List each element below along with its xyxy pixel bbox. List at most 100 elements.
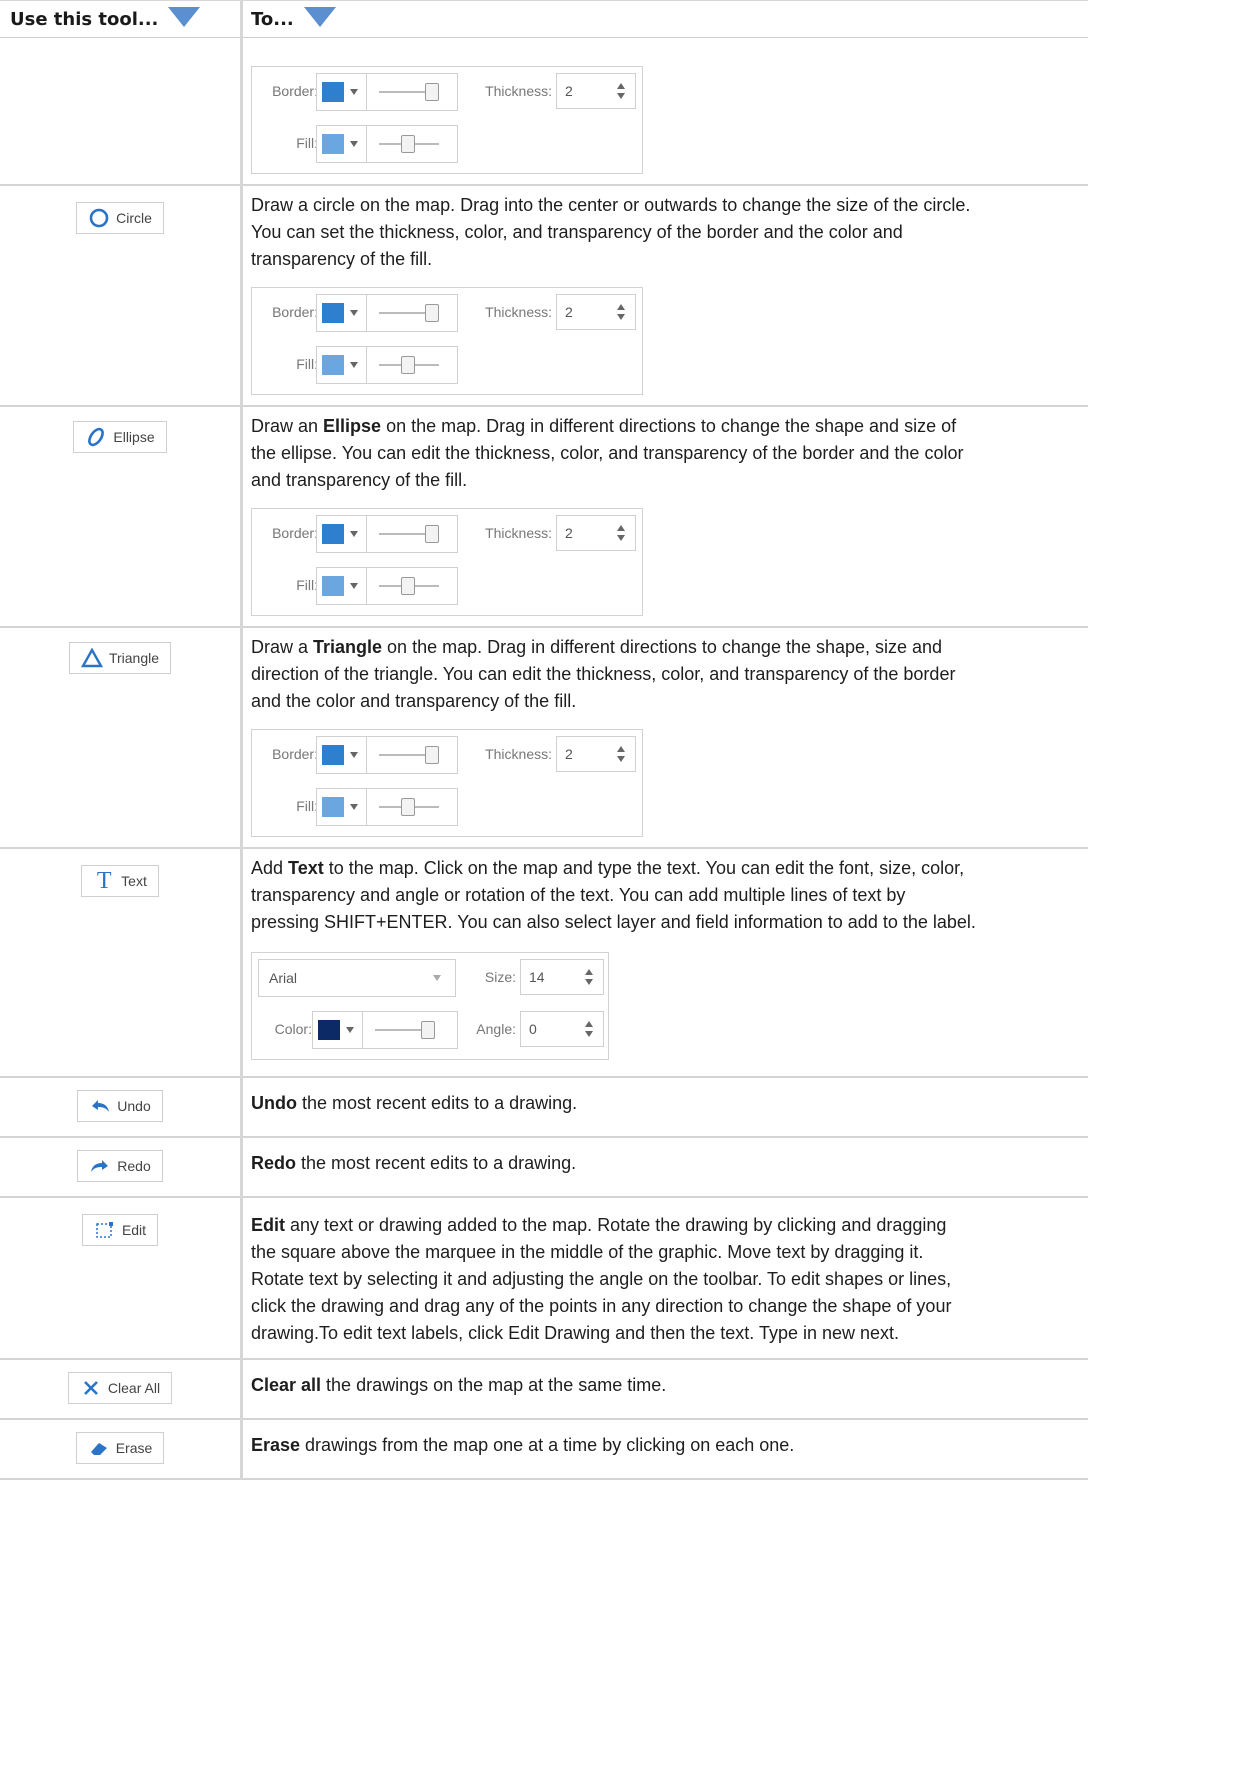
chevron-down-icon[interactable] bbox=[350, 310, 358, 316]
undo-button[interactable]: Undo bbox=[77, 1090, 163, 1122]
thickness-label: Thickness: bbox=[485, 304, 552, 320]
table-row-text: T Text Add Text to the map. Click on the… bbox=[0, 848, 1088, 1078]
undo-icon bbox=[89, 1095, 111, 1117]
chevron-down-icon[interactable] bbox=[350, 89, 358, 95]
edit-button[interactable]: Edit bbox=[81, 1214, 159, 1246]
circle-icon bbox=[88, 207, 110, 229]
chevron-down-icon[interactable] bbox=[346, 1027, 354, 1033]
table-row-erase: Erase Erase drawings from the map one at… bbox=[0, 1419, 1088, 1480]
border-color-swatch[interactable] bbox=[322, 82, 344, 102]
border-color-control bbox=[316, 294, 458, 332]
redo-button[interactable]: Redo bbox=[77, 1150, 163, 1182]
chevron-down-icon[interactable] bbox=[350, 531, 358, 537]
edit-description: Edit any text or drawing added to the ma… bbox=[251, 1215, 952, 1343]
text-button[interactable]: T Text bbox=[81, 865, 159, 897]
thickness-stepper[interactable]: 2 bbox=[556, 515, 636, 551]
fill-label: Fill: bbox=[296, 135, 318, 151]
drawing-tools-table: Use this tool... To... Border: Thickness… bbox=[0, 0, 1088, 1480]
table-row-triangle: Triangle Draw a Triangle on the map. Dra… bbox=[0, 627, 1088, 849]
table-row-ellipse: Ellipse Draw an Ellipse on the map. Drag… bbox=[0, 406, 1088, 628]
table-row-clear-all: Clear All Clear all the drawings on the … bbox=[0, 1359, 1088, 1420]
thickness-stepper[interactable]: 2 bbox=[556, 294, 636, 330]
header-col2-label: To... bbox=[251, 8, 294, 30]
clear-all-description: Clear all the drawings on the map at the… bbox=[251, 1375, 667, 1395]
style-panel: Border: Thickness: 2 Fill: bbox=[251, 66, 643, 174]
table-row-undo: Undo Undo the most recent edits to a dra… bbox=[0, 1077, 1088, 1138]
size-stepper[interactable]: 14 bbox=[520, 959, 604, 995]
border-opacity-slider[interactable] bbox=[366, 74, 451, 110]
ellipse-icon bbox=[85, 426, 107, 448]
border-label: Border: bbox=[272, 525, 318, 541]
ellipse-description: Draw an Ellipse on the map. Drag in diff… bbox=[251, 416, 964, 490]
fill-label: Fill: bbox=[296, 577, 318, 593]
triangle-button[interactable]: Triangle bbox=[68, 642, 172, 674]
table-row: Border: Thickness: 2 Fill: bbox=[0, 37, 1088, 186]
fill-color-swatch[interactable] bbox=[322, 134, 344, 154]
undo-description: Undo the most recent edits to a drawing. bbox=[251, 1093, 578, 1113]
fill-label: Fill: bbox=[296, 356, 318, 372]
color-label: Color: bbox=[274, 1021, 312, 1037]
fill-opacity-slider[interactable] bbox=[366, 568, 451, 604]
border-opacity-slider[interactable] bbox=[366, 516, 451, 552]
font-select[interactable]: Arial bbox=[258, 959, 456, 997]
thickness-stepper[interactable]: 2 bbox=[556, 73, 636, 109]
border-color-swatch[interactable] bbox=[322, 745, 344, 765]
text-icon: T bbox=[96, 867, 112, 894]
erase-button[interactable]: Erase bbox=[75, 1432, 165, 1464]
fill-opacity-slider[interactable] bbox=[366, 126, 451, 162]
text-description: Add Text to the map. Click on the map an… bbox=[251, 858, 976, 932]
header-description-column[interactable]: To... bbox=[241, 0, 1088, 38]
thickness-label: Thickness: bbox=[485, 83, 552, 99]
angle-stepper[interactable]: 0 bbox=[520, 1011, 604, 1047]
text-opacity-slider[interactable] bbox=[362, 1012, 447, 1048]
text-color-swatch[interactable] bbox=[318, 1020, 340, 1040]
size-label: Size: bbox=[484, 969, 516, 985]
header-col1-label: Use this tool... bbox=[10, 8, 159, 30]
angle-label: Angle: bbox=[476, 1021, 516, 1037]
fill-color-swatch[interactable] bbox=[322, 576, 344, 596]
thickness-label: Thickness: bbox=[485, 525, 552, 541]
border-color-control bbox=[316, 515, 458, 553]
table-header-row: Use this tool... To... bbox=[0, 0, 1088, 38]
border-label: Border: bbox=[272, 304, 318, 320]
fill-opacity-slider[interactable] bbox=[366, 347, 451, 383]
chevron-down-icon[interactable] bbox=[350, 362, 358, 368]
chevron-down-icon[interactable] bbox=[350, 141, 358, 147]
header-tool-column[interactable]: Use this tool... bbox=[0, 0, 243, 38]
marquee-edit-icon bbox=[94, 1219, 116, 1241]
chevron-down-icon[interactable] bbox=[350, 583, 358, 589]
style-panel: Border: Thickness: 2 Fill: bbox=[251, 729, 643, 837]
border-color-control bbox=[316, 73, 458, 111]
text-color-control bbox=[312, 1011, 458, 1049]
table-row-circle: Circle Draw a circle on the map. Drag in… bbox=[0, 185, 1088, 407]
sort-triangle-icon[interactable] bbox=[168, 7, 201, 27]
fill-color-swatch[interactable] bbox=[322, 355, 344, 375]
border-color-swatch[interactable] bbox=[322, 524, 344, 544]
thickness-stepper[interactable]: 2 bbox=[556, 736, 636, 772]
border-label: Border: bbox=[272, 746, 318, 762]
fill-color-swatch[interactable] bbox=[322, 797, 344, 817]
border-opacity-slider[interactable] bbox=[366, 737, 451, 773]
table-row-redo: Redo Redo the most recent edits to a dra… bbox=[0, 1137, 1088, 1198]
fill-label: Fill: bbox=[296, 798, 318, 814]
fill-color-control bbox=[316, 125, 458, 163]
triangle-icon bbox=[80, 647, 103, 669]
erase-description: Erase drawings from the map one at a tim… bbox=[251, 1435, 795, 1455]
tools-table-wrapper: Use this tool... To... Border: Thickness… bbox=[0, 0, 1088, 1790]
sort-triangle-icon[interactable] bbox=[303, 7, 336, 27]
border-opacity-slider[interactable] bbox=[366, 295, 451, 331]
redo-icon bbox=[89, 1155, 111, 1177]
fill-color-control bbox=[316, 788, 458, 826]
fill-color-control bbox=[316, 567, 458, 605]
border-color-control bbox=[316, 736, 458, 774]
table-row-edit: Edit Edit any text or drawing added to t… bbox=[0, 1197, 1088, 1360]
text-style-panel: Arial Size: 14 Color: Angle: 0 bbox=[251, 952, 609, 1060]
circle-button[interactable]: Circle bbox=[76, 202, 164, 234]
chevron-down-icon[interactable] bbox=[350, 804, 358, 810]
border-color-swatch[interactable] bbox=[322, 303, 344, 323]
style-panel: Border: Thickness: 2 Fill: bbox=[251, 287, 643, 395]
clear-all-button[interactable]: Clear All bbox=[67, 1372, 173, 1404]
chevron-down-icon[interactable] bbox=[350, 752, 358, 758]
ellipse-button[interactable]: Ellipse bbox=[73, 421, 167, 453]
fill-opacity-slider[interactable] bbox=[366, 789, 451, 825]
